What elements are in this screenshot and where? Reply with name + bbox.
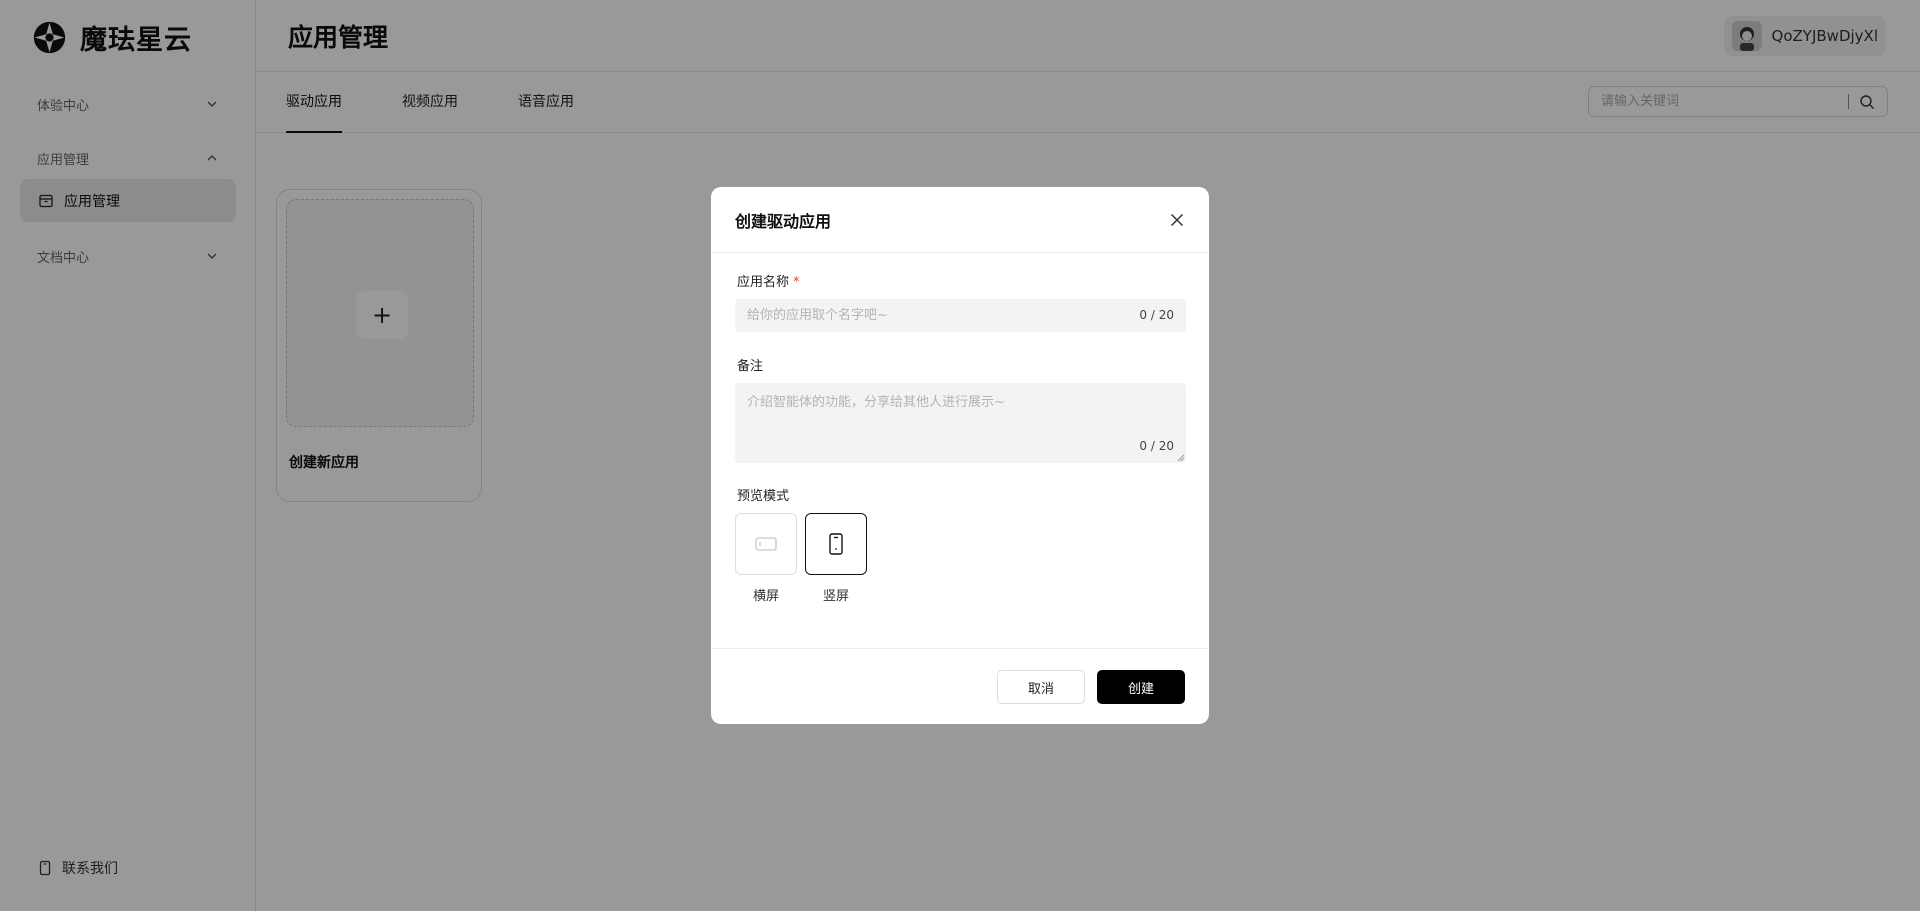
preview-mode-label: 预览模式 <box>737 489 790 504</box>
dialog-title: 创建驱动应用 <box>735 211 832 231</box>
preview-mode-portrait[interactable]: 竖屏 <box>805 513 867 604</box>
portrait-icon <box>829 533 843 555</box>
landscape-icon <box>755 537 777 551</box>
dialog-header: 创建驱动应用 <box>711 187 1209 253</box>
close-icon[interactable] <box>1169 212 1185 228</box>
portrait-label: 竖屏 <box>822 589 849 604</box>
app-name-field: 0 / 20 <box>735 299 1186 332</box>
cancel-button[interactable]: 取消 <box>997 670 1085 704</box>
landscape-option-box <box>735 513 797 575</box>
preview-mode-landscape[interactable]: 横屏 <box>735 513 797 604</box>
app-name-counter: 0 / 20 <box>1139 308 1174 322</box>
note-label: 备注 <box>737 359 764 374</box>
note-textarea[interactable] <box>747 391 1167 441</box>
required-mark: * <box>793 275 800 290</box>
create-button[interactable]: 创建 <box>1097 670 1185 704</box>
note-counter: 0 / 20 <box>1139 439 1174 453</box>
note-field: 0 / 20 <box>735 383 1186 463</box>
app-name-input[interactable] <box>747 299 1127 332</box>
dialog-footer: 取消 创建 <box>711 648 1209 724</box>
app-name-label-text: 应用名称 <box>737 275 790 290</box>
landscape-label: 横屏 <box>752 589 779 604</box>
resize-handle-icon[interactable] <box>1177 454 1185 462</box>
app-name-label: 应用名称 * <box>737 271 800 290</box>
create-app-dialog: 创建驱动应用 应用名称* 0 / 20 备注 0 / 20 预览模式 横屏 <box>711 187 1209 724</box>
portrait-option-box <box>805 513 867 575</box>
